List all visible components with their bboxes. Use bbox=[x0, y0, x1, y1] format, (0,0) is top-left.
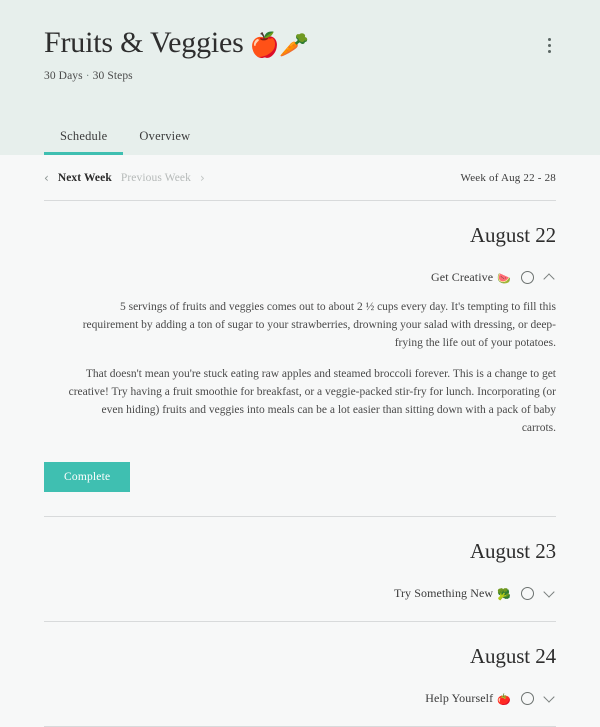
step-complete-checkbox[interactable] bbox=[521, 691, 534, 705]
title-row: Fruits & Veggies 🍎🥕 bbox=[44, 0, 556, 59]
day-block-august-22: August 22 Get Creative 🍉 5 servings of fr… bbox=[44, 201, 556, 516]
step-title-text: Help Yourself bbox=[425, 690, 494, 705]
kebab-menu-icon[interactable] bbox=[538, 32, 560, 58]
step-title-text: Get Creative bbox=[431, 270, 494, 284]
step-emoji: 🍅 bbox=[497, 692, 511, 706]
program-meta: 30 Days · 30 Steps bbox=[44, 70, 556, 82]
tab-schedule[interactable]: Schedule bbox=[44, 123, 124, 155]
day-block-august-23: August 23 Try Something New 🥦 bbox=[44, 517, 556, 621]
page-title-text: Fruits & Veggies bbox=[44, 26, 244, 59]
chevron-right-icon[interactable]: › bbox=[200, 171, 205, 185]
week-nav-controls: ‹ Next Week Previous Week › bbox=[44, 171, 205, 185]
step-title: Try Something New 🥦 bbox=[394, 586, 511, 601]
schedule-content: August 22 Get Creative 🍉 5 servings of fr… bbox=[0, 200, 600, 727]
app-header: Fruits & Veggies 🍎🥕 30 Days · 30 Steps Sche… bbox=[0, 0, 600, 155]
days-count-label: 30 Days bbox=[44, 70, 83, 82]
week-navigation: ‹ Next Week Previous Week › Week of Aug … bbox=[0, 155, 600, 200]
step-header-row[interactable]: Help Yourself 🍅 bbox=[44, 691, 556, 706]
step-header-row[interactable]: Try Something New 🥦 bbox=[44, 586, 556, 601]
step-emoji: 🥦 bbox=[497, 587, 511, 601]
previous-week-button[interactable]: Previous Week bbox=[121, 172, 191, 184]
page-title: Fruits & Veggies 🍎🥕 bbox=[44, 26, 309, 59]
step-title-text: Try Something New bbox=[393, 585, 494, 600]
steps-count-label: 30 Steps bbox=[92, 70, 133, 82]
step-title: Get Creative 🍉 bbox=[431, 270, 511, 285]
step-body: 5 servings of fruits and veggies comes o… bbox=[44, 299, 556, 438]
meta-separator: · bbox=[85, 70, 90, 82]
kebab-dot-1 bbox=[547, 37, 551, 41]
next-week-button[interactable]: Next Week bbox=[58, 172, 112, 184]
kebab-dot-2 bbox=[547, 43, 551, 47]
day-block-august-24: August 24 Help Yourself 🍅 bbox=[44, 622, 556, 726]
step-complete-checkbox[interactable] bbox=[521, 271, 534, 284]
step-title: Help Yourself 🍅 bbox=[425, 691, 511, 706]
step-paragraph: That doesn't mean you're stuck eating ra… bbox=[68, 368, 556, 434]
step-emoji: 🍉 bbox=[497, 272, 511, 285]
chevron-up-icon[interactable] bbox=[544, 272, 556, 284]
step-complete-checkbox[interactable] bbox=[521, 586, 534, 600]
chevron-down-icon[interactable] bbox=[544, 692, 556, 704]
tab-bar: Schedule Overview bbox=[44, 123, 206, 155]
day-heading: August 24 bbox=[469, 643, 556, 668]
day-heading: August 23 bbox=[469, 538, 556, 563]
kebab-dot-3 bbox=[547, 49, 551, 53]
chevron-left-icon[interactable]: ‹ bbox=[44, 171, 49, 185]
day-heading: August 22 bbox=[469, 223, 556, 247]
tab-overview[interactable]: Overview bbox=[123, 123, 206, 155]
week-range-label: Week of Aug 22 - 28 bbox=[460, 171, 556, 184]
step-paragraph: 5 servings of fruits and veggies comes o… bbox=[82, 301, 556, 349]
chevron-down-icon[interactable] bbox=[544, 587, 556, 599]
step-header-row[interactable]: Get Creative 🍉 bbox=[44, 270, 556, 285]
complete-button[interactable]: Complete bbox=[44, 461, 131, 492]
title-emoji: 🍎🥕 bbox=[249, 31, 310, 59]
